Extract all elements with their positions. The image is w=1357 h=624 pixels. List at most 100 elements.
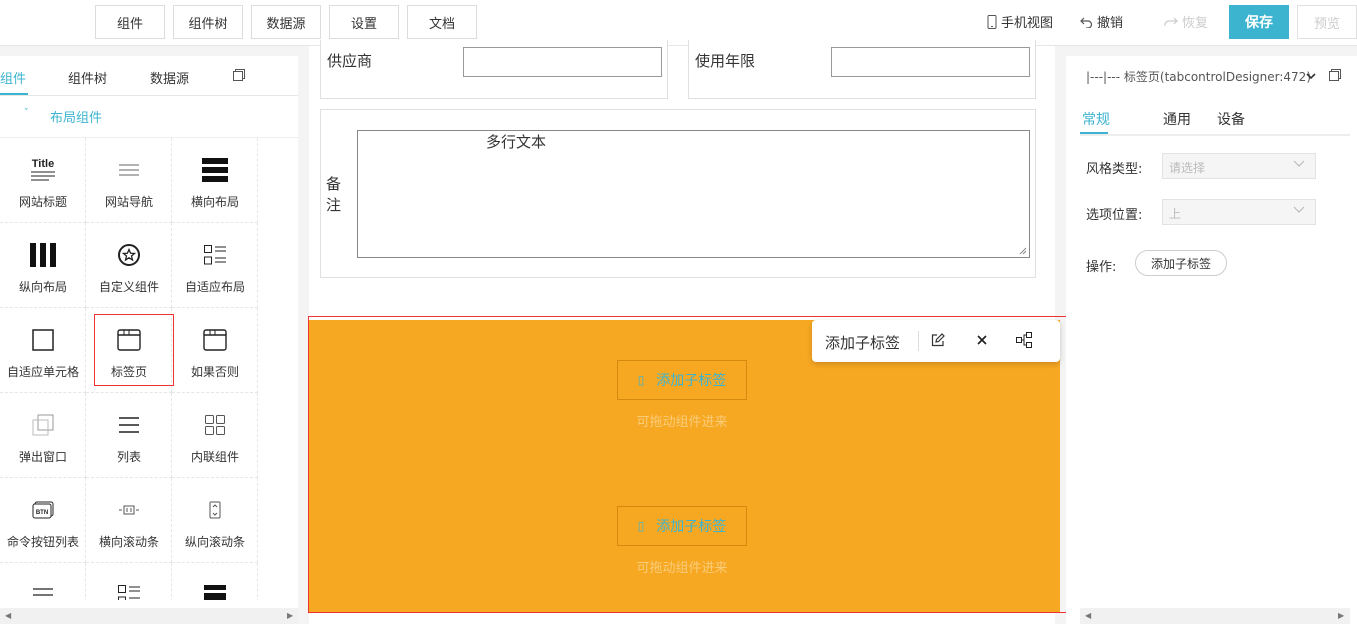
component-popup-window[interactable]: 弹出窗口	[0, 393, 86, 478]
top-tab-components[interactable]: 组件	[95, 5, 165, 39]
top-tab-docs[interactable]: 文档	[407, 5, 477, 39]
left-tab-datasource[interactable]: 数据源	[150, 68, 189, 87]
property-panel: |---|--- 标签页(tabcontrolDesigner:472) 常规 …	[1066, 56, 1357, 624]
component-if-else[interactable]: 如果否则	[172, 308, 258, 393]
top-tab-datasource[interactable]: 数据源	[251, 5, 321, 39]
component-inline[interactable]: 内联组件	[172, 393, 258, 478]
style-type-placeholder: 请选择	[1169, 161, 1206, 175]
years-field: 使用年限	[688, 40, 1036, 99]
component-label: 命令按钮列表	[6, 535, 79, 549]
scroll-left-arrow-icon[interactable]: ◀	[1085, 611, 1091, 620]
left-tabs: 组件 组件树 数据源	[0, 56, 298, 96]
block-icon	[204, 585, 226, 600]
component-command-buttons[interactable]: BTN 命令按钮列表	[0, 478, 86, 563]
scroll-right-arrow-icon[interactable]: ▶	[1338, 611, 1344, 620]
component-label: 弹出窗口	[18, 450, 67, 464]
list-icon	[119, 417, 139, 433]
property-tabs: 常规 通用 设备	[1080, 108, 1350, 136]
redo-button[interactable]: 恢复	[1163, 12, 1208, 31]
component-label: 自定义组件	[98, 280, 159, 294]
component-label: 横向滚动条	[98, 535, 159, 549]
supplier-input[interactable]	[463, 47, 662, 77]
svg-text:BTN: BTN	[36, 510, 48, 516]
tab-general[interactable]: 常规	[1082, 109, 1110, 129]
vertical-layout-icon	[30, 243, 56, 267]
component-adaptive-cell[interactable]: 自适应单元格	[0, 308, 86, 393]
star-circle-icon	[118, 244, 140, 266]
left-horizontal-scrollbar[interactable]: ◀ ▶	[0, 608, 298, 624]
toolbar-divider	[918, 331, 919, 351]
component-label: 纵向布局	[18, 280, 67, 294]
component-label: 内联组件	[190, 450, 239, 464]
component-label: 列表	[116, 450, 141, 464]
undo-label: 撤销	[1097, 16, 1124, 31]
component-label: 网站标题	[18, 195, 67, 209]
years-input[interactable]	[831, 47, 1030, 77]
tab-common[interactable]: 通用	[1163, 109, 1191, 129]
scroll-right-arrow-icon[interactable]: ▶	[287, 611, 293, 620]
square-icon	[32, 329, 54, 351]
component-custom[interactable]: 自定义组件	[86, 223, 172, 308]
component-adaptive-layout[interactable]: 自适应布局	[172, 223, 258, 308]
popup-window-icon	[32, 414, 54, 436]
component-vertical-layout[interactable]: 纵向布局	[0, 223, 86, 308]
component-horizontal-layout[interactable]: 横向布局	[172, 138, 258, 223]
component-vertical-scrollbar[interactable]: 纵向滚动条	[172, 478, 258, 563]
component-site-title[interactable]: Title 网站标题	[0, 138, 86, 223]
btn-icon: BTN	[32, 501, 54, 519]
component-site-nav[interactable]: 网站导航	[86, 138, 172, 223]
copy-icon[interactable]	[1329, 69, 1341, 81]
add-child-tab-button[interactable]: 添加子标签	[1135, 250, 1227, 276]
title-icon: Title	[31, 158, 55, 181]
layout-group-label: 布局组件	[50, 111, 103, 126]
tab-icon: ▯	[637, 519, 645, 533]
floating-add-child-tab[interactable]: 添加子标签	[825, 332, 900, 353]
left-tab-component-tree[interactable]: 组件树	[68, 68, 107, 87]
remark-textarea[interactable]: 多行文本	[357, 130, 1030, 258]
component-item[interactable]	[172, 563, 258, 600]
copy-icon[interactable]	[233, 69, 245, 81]
action-label: 操作:	[1086, 260, 1117, 275]
grid-list-icon	[118, 585, 140, 600]
edit-icon[interactable]	[930, 332, 946, 348]
left-tab-components[interactable]: 组件	[0, 68, 26, 87]
style-type-select[interactable]: 请选择	[1162, 153, 1316, 179]
resize-handle-icon[interactable]	[1019, 247, 1027, 255]
mobile-icon	[987, 14, 997, 29]
save-button[interactable]: 保存	[1229, 5, 1289, 39]
window-icon	[117, 329, 141, 351]
grid-list-icon	[204, 245, 226, 265]
mobile-view-button[interactable]: 手机视图	[987, 12, 1053, 31]
top-tab-component-tree[interactable]: 组件树	[173, 5, 243, 39]
option-position-label: 选项位置:	[1086, 208, 1143, 223]
scroll-left-arrow-icon[interactable]: ◀	[5, 611, 11, 620]
component-horizontal-scrollbar[interactable]: 横向滚动条	[86, 478, 172, 563]
tab-device[interactable]: 设备	[1217, 109, 1245, 129]
menu-lines-icon	[119, 164, 139, 176]
svg-text:Title: Title	[32, 158, 54, 170]
active-tab-indicator	[0, 93, 28, 95]
component-label: 标签页	[110, 365, 147, 379]
option-position-select[interactable]: 上	[1162, 199, 1316, 225]
close-icon[interactable]	[974, 332, 990, 348]
option-position-value: 上	[1169, 207, 1182, 221]
top-tab-settings[interactable]: 设置	[329, 5, 399, 39]
tab-icon: ▯	[637, 373, 645, 387]
add-child-tab-label: 添加子标签	[656, 519, 727, 535]
component-label: 如果否则	[190, 365, 239, 379]
textarea-placeholder: 多行文本	[486, 133, 547, 151]
preview-button[interactable]: 预览	[1297, 5, 1357, 39]
layout-group-header[interactable]: ˅ 布局组件	[0, 96, 298, 138]
supplier-field: 供应商	[320, 40, 668, 99]
tree-structure-icon[interactable]	[1016, 332, 1032, 348]
right-horizontal-scrollbar[interactable]: ◀ ▶	[1080, 608, 1350, 624]
component-item[interactable]	[86, 563, 172, 600]
component-list[interactable]: 列表	[86, 393, 172, 478]
undo-button[interactable]: 撤销	[1080, 12, 1123, 31]
component-item[interactable]	[0, 563, 86, 600]
add-child-tab-placeholder[interactable]: ▯ 添加子标签	[617, 360, 747, 400]
floating-toolbar: 添加子标签	[812, 320, 1060, 362]
add-child-tab-placeholder[interactable]: ▯ 添加子标签	[617, 506, 747, 546]
chevron-down-icon[interactable]	[1306, 69, 1316, 84]
component-tab-page[interactable]: 标签页	[86, 308, 174, 393]
